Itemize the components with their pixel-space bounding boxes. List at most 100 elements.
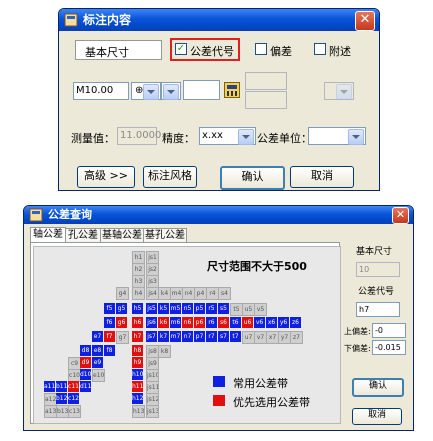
tolerance-cell[interactable]: e10 [92,369,105,382]
calculator-icon[interactable] [224,82,240,98]
precision-select[interactable]: x.xx [199,127,256,145]
cancel-button[interactable]: 取消 [290,166,354,188]
tolerance-cell[interactable]: m5 [170,303,181,314]
tolerance-cell[interactable]: e7 [92,331,103,342]
tolerance-cell[interactable]: f8 [104,345,115,356]
tolerance-cell[interactable]: js5 [146,303,157,314]
tolerance-code-input[interactable]: h7 [356,302,400,317]
tolerance-cell[interactable]: g5 [116,303,127,314]
tolerance-code-input[interactable] [183,80,220,100]
tolerance-cell[interactable]: x6 [266,317,277,328]
tolerance-unit-select[interactable] [308,127,366,145]
tolerance-cell[interactable]: c11 [68,381,79,392]
tab-hole-basis-tolerance[interactable]: 基孔公差 [143,228,187,243]
chevron-down-icon [336,84,352,100]
tolerance-cell[interactable]: f7 [104,331,115,342]
tolerance-cell[interactable]: s7 [218,331,229,342]
tolerance-cell[interactable]: d11 [80,381,91,392]
measured-value-input[interactable]: 11.0000 [117,127,161,145]
appendix-symbol-combo[interactable] [324,82,354,100]
tolerance-cell[interactable]: js13 [146,405,159,418]
dimension-style-button[interactable]: 标注风格 [143,166,197,188]
tolerance-cell[interactable]: k6 [158,317,169,328]
tolerance-cell[interactable]: p5 [194,303,205,314]
tolerance-cell[interactable]: n7 [182,331,193,342]
chevron-down-icon [348,129,364,145]
tolerance-cell[interactable]: h8 [132,345,143,356]
tolerance-cell[interactable]: h13 [132,405,145,418]
tolerance-cell[interactable]: p7 [194,331,205,342]
tolerance-cell[interactable]: m7 [170,331,181,342]
tolerance-cell[interactable]: u6 [242,317,253,328]
tolerance-cell[interactable]: s4 [218,287,231,300]
tolerance-cell[interactable]: k8 [158,345,171,358]
size-input[interactable]: M10.00 [73,82,129,100]
tolerance-cell[interactable]: k5 [158,303,169,314]
tolerance-cell[interactable]: y6 [278,317,289,328]
tolerance-cell[interactable]: h12 [132,393,143,404]
tolerance-cell[interactable]: h10 [132,369,143,380]
close-button[interactable]: ✕ [355,11,375,31]
tolerance-cell[interactable]: p6 [194,317,205,328]
tolerance-code-checkbox[interactable]: ✓ [175,43,187,55]
tolerance-cell[interactable]: h6 [132,317,143,328]
tolerance-cell[interactable]: d9 [80,357,91,368]
tolerance-cell[interactable]: v5 [254,303,267,316]
tolerance-cell[interactable]: g6 [116,317,127,328]
tolerance-cell[interactable]: r7 [206,331,217,342]
tab-shaft-tolerance[interactable]: 轴公差 [30,227,66,242]
tolerance-cell[interactable]: d8 [80,345,91,356]
tolerance-cell[interactable]: v6 [254,317,265,328]
appendix-checkbox[interactable] [314,43,326,55]
tolerance-cell[interactable]: e8 [92,345,103,356]
tolerance-cell[interactable]: g7 [116,331,129,344]
tolerance-cell[interactable]: n5 [182,303,193,314]
cancel-button[interactable]: 取消 [352,408,402,425]
tolerance-cell[interactable]: b12 [56,393,67,404]
tolerance-cell[interactable]: js7 [146,331,157,342]
basic-size-input[interactable]: 10 [356,262,400,277]
tolerance-cell[interactable]: t7 [230,331,241,342]
tolerance-cell[interactable]: r5 [206,303,217,314]
upper-deviation-input[interactable]: -0 [372,323,406,338]
tolerance-cell[interactable]: r6 [206,317,217,328]
tolerance-cell[interactable]: g4 [116,287,129,300]
tolerance-cell[interactable]: b11 [56,381,67,392]
tolerance-cell[interactable]: h11 [132,381,143,392]
tolerance-cell[interactable]: c12 [68,393,79,404]
tab-shaft-basis-tolerance[interactable]: 基轴公差 [100,228,144,243]
lower-deviation-input[interactable] [245,91,287,109]
fit-combo[interactable] [161,82,181,100]
tolerance-cell[interactable]: e9 [92,357,103,368]
tolerance-cell[interactable]: h5 [132,303,143,314]
tolerance-cell[interactable]: f5 [104,303,115,314]
tolerance-cell[interactable]: a11 [44,381,55,392]
tolerance-cell[interactable]: h4 [132,287,145,300]
tolerance-cell[interactable]: n6 [182,317,193,328]
precision-label: 精度： [162,132,195,145]
tolerance-cell[interactable]: s5 [218,303,229,314]
tolerance-cell[interactable]: k7 [158,331,169,342]
dialog-titlebar: 标注内容 ✕ [59,9,379,31]
tab-hole-tolerance[interactable]: 孔公差 [65,228,101,243]
app-icon [64,13,78,27]
tolerance-cell[interactable]: h9 [132,357,143,368]
tolerance-cell[interactable]: z7 [290,331,303,344]
ok-button[interactable]: 确认 [220,166,285,190]
tolerance-cell[interactable]: f6 [104,317,115,328]
tolerance-cell[interactable]: s6 [218,317,229,328]
upper-deviation-input[interactable] [245,72,287,90]
symbol-combo[interactable]: ⊕ [131,82,161,100]
tolerance-cell[interactable]: m6 [170,317,181,328]
tolerance-cell[interactable]: h7 [132,331,143,342]
tolerance-cell[interactable]: d10 [80,369,91,380]
advanced-button[interactable]: 高级 >> [77,166,135,188]
tolerance-cell[interactable]: t6 [230,317,241,328]
ok-button[interactable]: 确认 [352,378,404,397]
deviation-checkbox[interactable] [255,43,267,55]
close-button[interactable]: ✕ [392,207,409,224]
lower-deviation-input[interactable]: -0.015 [372,340,406,355]
tolerance-cell[interactable]: c13 [68,405,81,418]
tolerance-cell[interactable]: js6 [146,317,157,328]
tolerance-cell[interactable]: z6 [290,317,301,328]
